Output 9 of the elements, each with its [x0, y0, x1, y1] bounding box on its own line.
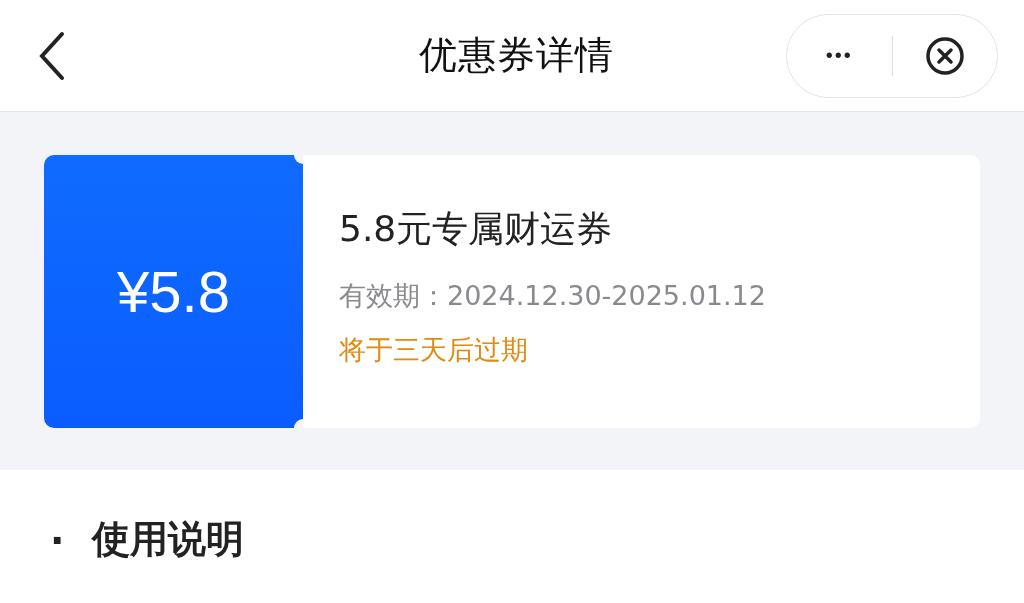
more-button[interactable]: •••	[787, 14, 892, 97]
close-icon	[924, 35, 965, 76]
coupon-name: 5.8元专属财运券	[339, 207, 613, 251]
back-icon	[38, 30, 66, 81]
page-title: 优惠券详情	[418, 32, 614, 79]
bullet: ·	[50, 517, 65, 562]
expiry-note: 将于三天后过期	[339, 333, 528, 367]
validity-period: 有效期：2024.12.30-2025.01.12	[339, 279, 766, 313]
section-title: 使用说明	[92, 516, 245, 563]
